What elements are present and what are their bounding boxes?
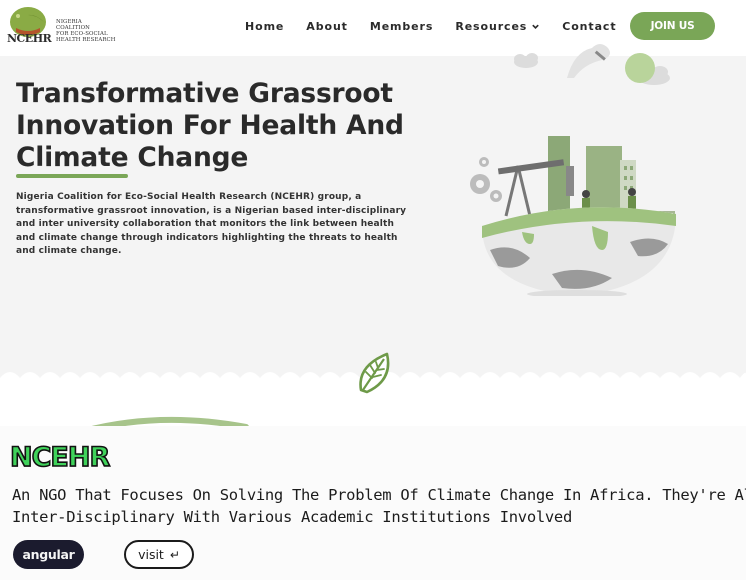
sun-icon xyxy=(625,53,655,83)
visit-label: visit xyxy=(138,547,164,562)
tech-tag-angular: angular xyxy=(13,540,84,569)
nav-members[interactable]: Members xyxy=(370,18,433,34)
cloud-icon xyxy=(514,53,538,68)
project-tagline-line: Inter-Disciplinary With Various Academic… xyxy=(12,508,572,526)
hero-title: Transformative Grassroot Innovation For … xyxy=(16,78,436,178)
nav-contact[interactable]: Contact xyxy=(562,18,616,34)
project-tagline: An NGO That Focuses On Solving The Probl… xyxy=(12,484,746,528)
climate-planet-illustration xyxy=(470,44,676,296)
logo-subtitle: NIGERIA COALITION FOR ECO-SOCIAL HEALTH … xyxy=(56,19,126,43)
project-tagline-line: An NGO That Focuses On Solving The Probl… xyxy=(12,486,746,504)
site-logo[interactable]: NCEHR NIGERIA COALITION FOR ECO-SOCIAL H… xyxy=(6,4,126,48)
leaf-icon xyxy=(359,352,390,394)
smoke-icon xyxy=(567,44,610,78)
page: NCEHR NIGERIA COALITION FOR ECO-SOCIAL H… xyxy=(0,0,746,580)
nav-resources-label: Resources xyxy=(455,19,528,33)
logo-line: HEALTH RESEARCH xyxy=(56,37,116,43)
return-arrow-icon: ↵ xyxy=(169,547,180,562)
chevron-down-icon xyxy=(532,24,540,29)
project-name: NCEHR xyxy=(9,441,111,474)
logo-wordmark: NCEHR xyxy=(7,32,52,45)
hero-title-highlight: Climate xyxy=(16,142,129,178)
nav-home[interactable]: Home xyxy=(245,18,284,34)
hero-title-line: Transformative Grassroot xyxy=(16,78,393,109)
gear-icon xyxy=(470,157,502,202)
nav-about[interactable]: About xyxy=(306,18,348,34)
hero-title-line: Innovation For Health And xyxy=(16,110,404,141)
hero-description: Nigeria Coalition for Eco-Social Health … xyxy=(16,192,407,257)
main-nav: Home About Members Resources Contact xyxy=(245,18,638,34)
hero-title-line: Climate Change xyxy=(16,142,436,178)
visit-button[interactable]: visit ↵ xyxy=(124,540,194,569)
nav-resources[interactable]: Resources xyxy=(455,18,540,34)
hero-title-tail: Change xyxy=(128,142,249,173)
